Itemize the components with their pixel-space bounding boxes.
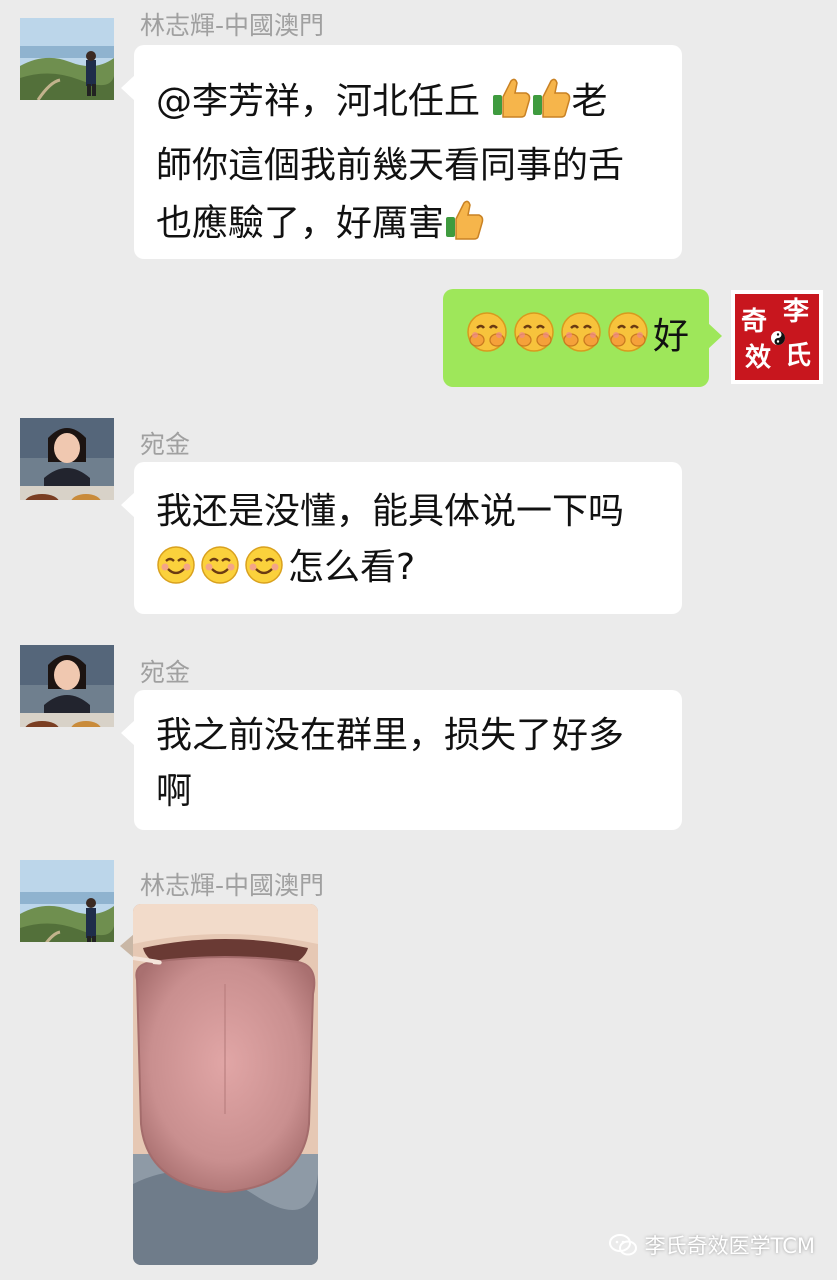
avatar-landscape-image bbox=[20, 18, 114, 100]
sender-name: 宛金 bbox=[140, 658, 191, 687]
message-bubble-outgoing[interactable]: 好 bbox=[443, 289, 722, 387]
message-bubble[interactable]: 我还是没懂，能具体说一下吗 怎么看? bbox=[121, 462, 682, 614]
message-text: 好 bbox=[653, 316, 690, 357]
giggle-emoji-icon bbox=[606, 310, 653, 371]
avatar-girl-photo bbox=[20, 418, 114, 500]
message-text: 啊 bbox=[156, 771, 193, 812]
message-text: 我还是没懂，能具体说一下吗 bbox=[156, 491, 625, 532]
chat-view: 林志輝-中國澳門 @李芳祥，河北任丘 老 師你這個我前幾天看同事的舌 也應驗了，… bbox=[0, 0, 837, 1280]
avatar-wanjin[interactable] bbox=[20, 645, 114, 727]
message-text: 老 bbox=[571, 81, 608, 122]
thumbs-up-icon bbox=[531, 75, 571, 137]
message-text: 怎么看? bbox=[288, 547, 416, 588]
sender-name: 宛金 bbox=[140, 430, 191, 459]
message-text: 師你這個我前幾天看同事的舌 bbox=[156, 145, 625, 186]
sender-name: 林志輝-中國澳門 bbox=[140, 871, 325, 900]
wechat-icon bbox=[608, 1234, 637, 1256]
yin-yang-icon bbox=[771, 331, 785, 345]
message-text: 也應驗了，好厲害 bbox=[156, 203, 445, 244]
message-text: @李芳祥，河北任丘 bbox=[156, 81, 492, 122]
message-text: 我之前没在群里，损失了好多 bbox=[156, 715, 625, 756]
avatar-lin[interactable] bbox=[20, 18, 114, 100]
thumbs-up-icon bbox=[491, 75, 531, 137]
watermark: 李氏奇效医学TCM bbox=[608, 1230, 815, 1260]
smiling-emoji-icon bbox=[200, 545, 244, 602]
brand-char: 效 bbox=[745, 343, 772, 373]
thumbs-up-icon bbox=[444, 197, 484, 259]
avatar-wanjin[interactable] bbox=[20, 418, 114, 500]
bubble-tail bbox=[120, 934, 134, 958]
brand-char: 李 bbox=[783, 297, 810, 327]
avatar-girl-photo bbox=[20, 645, 114, 727]
giggle-emoji-icon bbox=[465, 310, 512, 371]
smiling-emoji-icon bbox=[156, 545, 200, 602]
giggle-emoji-icon bbox=[559, 310, 606, 371]
avatar-lin[interactable] bbox=[20, 860, 114, 942]
avatar-landscape-image bbox=[20, 860, 114, 942]
message-bubble[interactable]: @李芳祥，河北任丘 老 師你這個我前幾天看同事的舌 也應驗了，好厲害 bbox=[121, 45, 682, 259]
message-bubble[interactable]: 我之前没在群里，损失了好多 啊 bbox=[121, 690, 682, 830]
image-message-tongue-photo[interactable] bbox=[133, 904, 318, 1265]
sender-name: 林志輝-中國澳門 bbox=[140, 11, 325, 40]
giggle-emoji-icon bbox=[512, 310, 559, 371]
brand-char: 奇 bbox=[741, 307, 768, 337]
brand-seal-logo: 奇 李 效 氏 bbox=[735, 294, 819, 380]
avatar-brand-logo[interactable]: 奇 李 效 氏 bbox=[731, 290, 823, 384]
brand-char: 氏 bbox=[785, 341, 812, 371]
watermark-text: 李氏奇效医学TCM bbox=[644, 1234, 815, 1258]
tongue-photo bbox=[133, 904, 318, 1265]
smiling-emoji-icon bbox=[244, 545, 288, 602]
